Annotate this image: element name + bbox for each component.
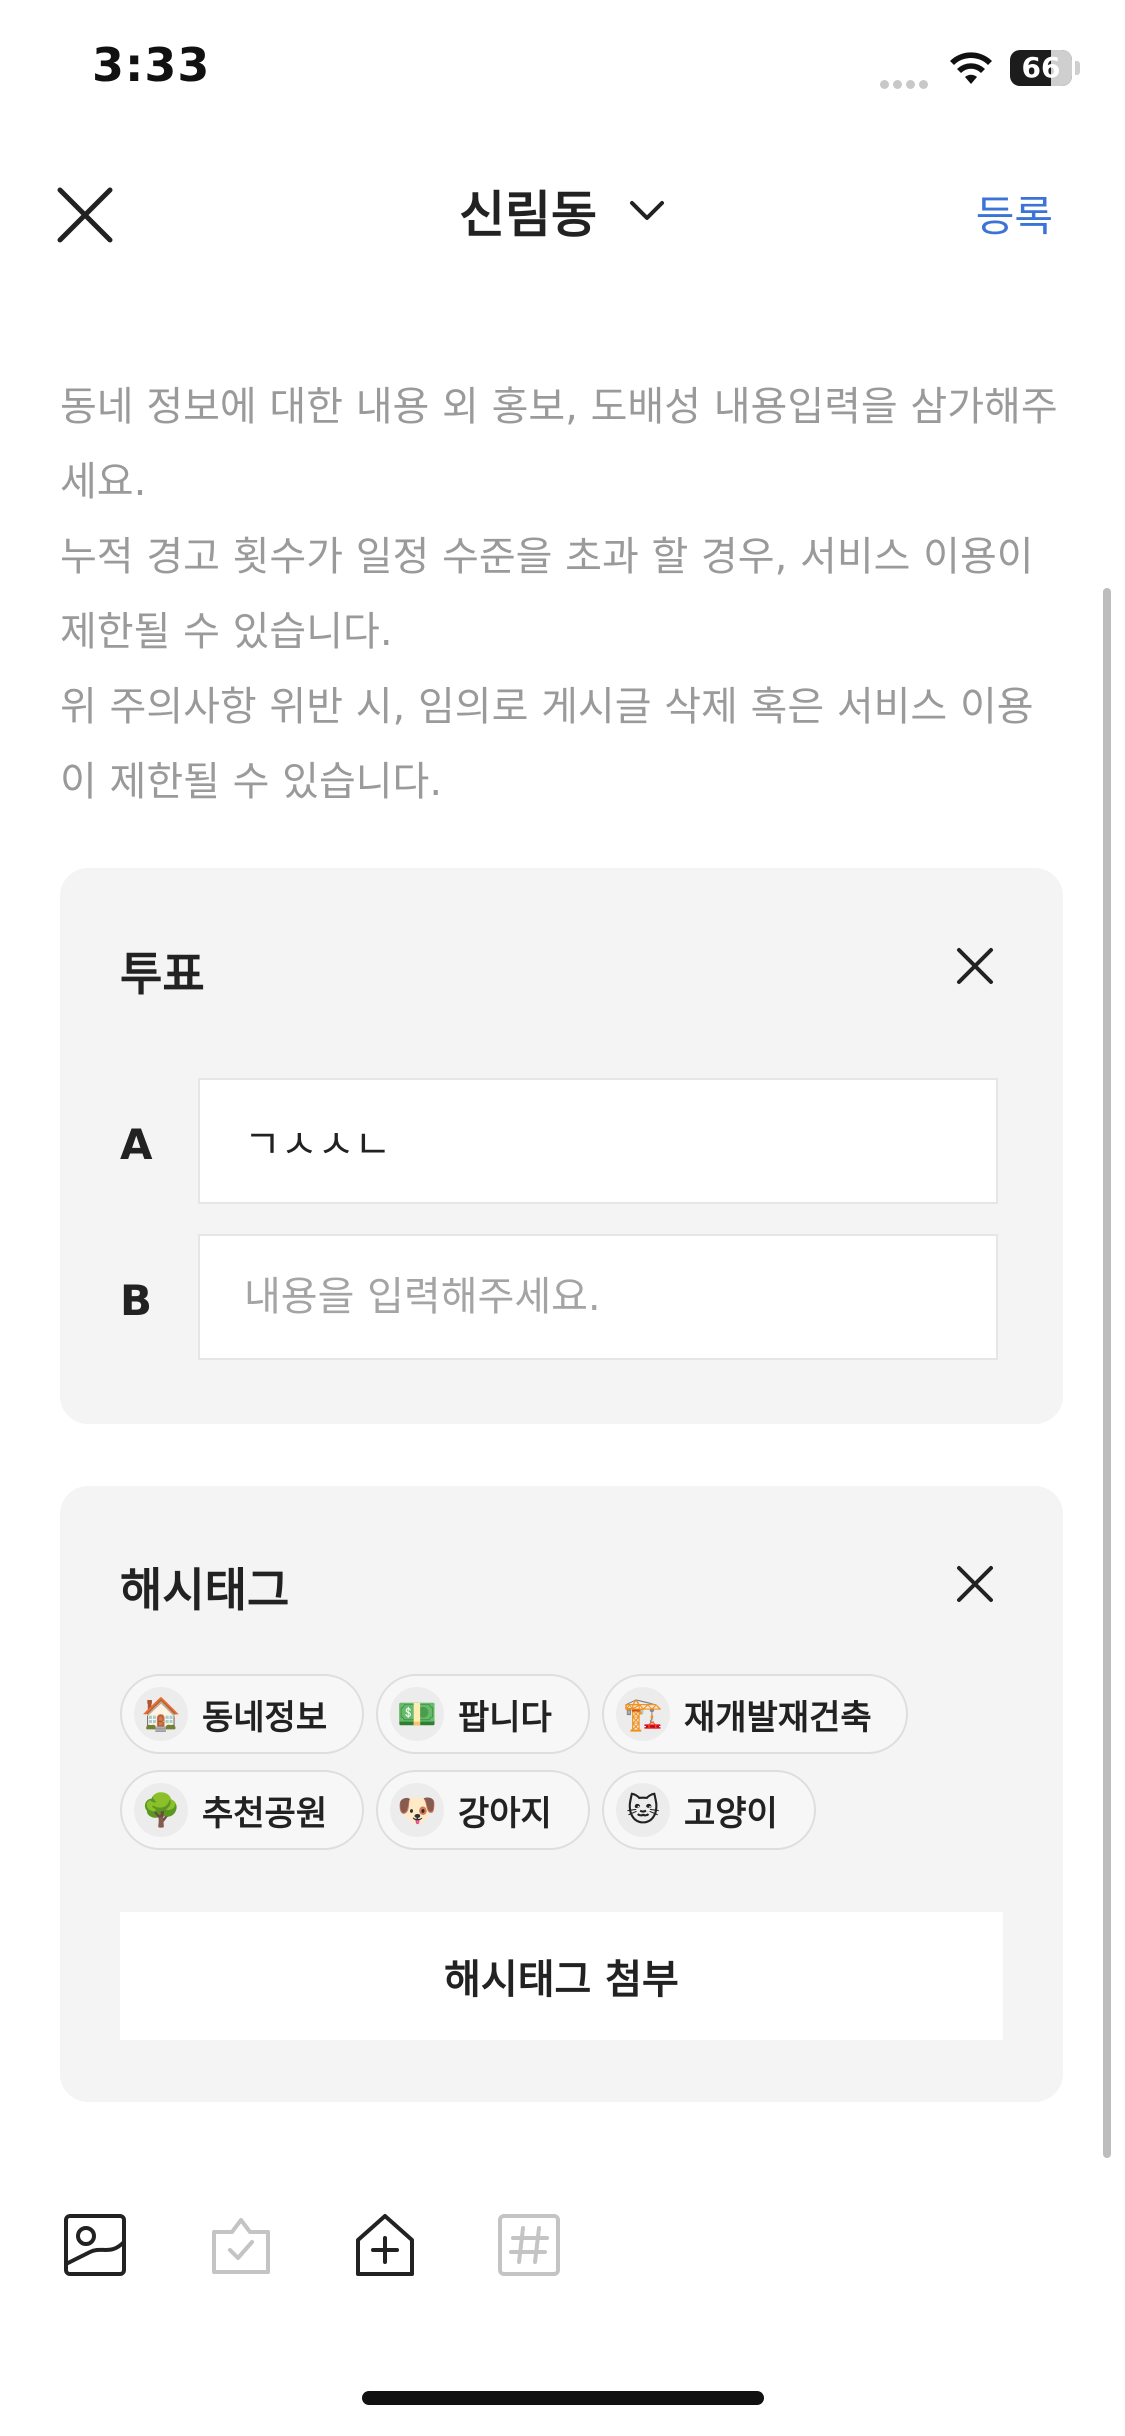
option-b-input[interactable] — [198, 1234, 998, 1360]
battery-tip — [1075, 61, 1080, 75]
attach-hashtag-button[interactable]: 해시태그 첨부 — [120, 1912, 1003, 2040]
wifi-icon — [950, 52, 992, 84]
notice-line: 동네 정보에 대한 내용 외 홍보, 도배성 내용입력을 삼가해주세요. — [60, 384, 1058, 505]
close-icon[interactable] — [947, 938, 1003, 994]
chevron-down-icon — [630, 201, 665, 220]
vote-icon[interactable] — [208, 2212, 274, 2278]
page-title: 신림동 — [458, 186, 597, 244]
vote-card: 투표 A B — [60, 868, 1063, 1424]
hashtag-chip-neighborhood[interactable]: 🏠 동네정보 — [120, 1674, 364, 1754]
close-icon[interactable] — [947, 1556, 1003, 1612]
tree-icon: 🌳 — [134, 1783, 188, 1837]
money-icon: 💵 — [390, 1687, 444, 1741]
hashtag-card: 해시태그 🏠 동네정보 💵 팝니다 🏗️ 재개발재건축 🌳 추천공원 🐶 강아지… — [60, 1486, 1063, 2102]
hashtag-chip-redevelopment[interactable]: 🏗️ 재개발재건축 — [602, 1674, 908, 1754]
photo-icon[interactable] — [62, 2212, 128, 2278]
cat-icon: 🐱 — [616, 1783, 670, 1837]
notice-line: 위 주의사항 위반 시, 임의로 게시글 삭제 혹은 서비스 이용이 제한될 수… — [60, 684, 1034, 805]
chip-label: 재개발재건축 — [684, 1697, 872, 1738]
battery-icon: 66 — [1010, 50, 1072, 86]
chip-label: 추천공원 — [202, 1793, 328, 1834]
hashtag-chip-dog[interactable]: 🐶 강아지 — [376, 1770, 590, 1850]
vote-title: 투표 — [120, 947, 205, 1001]
battery-level: 66 — [1021, 51, 1061, 84]
hashtag-icon[interactable] — [496, 2212, 562, 2278]
chip-label: 고양이 — [684, 1793, 778, 1834]
hashtag-chip-cat[interactable]: 🐱 고양이 — [602, 1770, 816, 1850]
chip-label: 강아지 — [458, 1793, 552, 1834]
hashtag-title: 해시태그 — [120, 1563, 290, 1617]
cellular-signal-icon — [880, 74, 932, 93]
scrollbar[interactable] — [1103, 588, 1111, 2158]
dog-icon: 🐶 — [390, 1783, 444, 1837]
option-b-label: B — [120, 1276, 153, 1325]
submit-button[interactable]: 등록 — [976, 183, 1053, 244]
chip-label: 팝니다 — [458, 1697, 552, 1738]
chip-label: 동네정보 — [202, 1697, 328, 1738]
notice-text: 동네 정보에 대한 내용 외 홍보, 도배성 내용입력을 삼가해주세요. 누적 … — [60, 370, 1070, 820]
neighborhood-add-icon[interactable] — [352, 2212, 418, 2278]
hashtag-chip-park[interactable]: 🌳 추천공원 — [120, 1770, 364, 1850]
option-a-label: A — [120, 1120, 153, 1169]
house-icon: 🏠 — [134, 1687, 188, 1741]
hashtag-chip-selling[interactable]: 💵 팝니다 — [376, 1674, 590, 1754]
notice-line: 누적 경고 횟수가 일정 수준을 초과 할 경우, 서비스 이용이 제한될 수 … — [60, 534, 1034, 655]
construction-icon: 🏗️ — [616, 1687, 670, 1741]
status-time: 3:33 — [92, 38, 211, 92]
option-a-input[interactable] — [198, 1078, 998, 1204]
home-indicator[interactable] — [362, 2391, 764, 2405]
location-selector[interactable]: 신림동 — [0, 175, 1125, 247]
